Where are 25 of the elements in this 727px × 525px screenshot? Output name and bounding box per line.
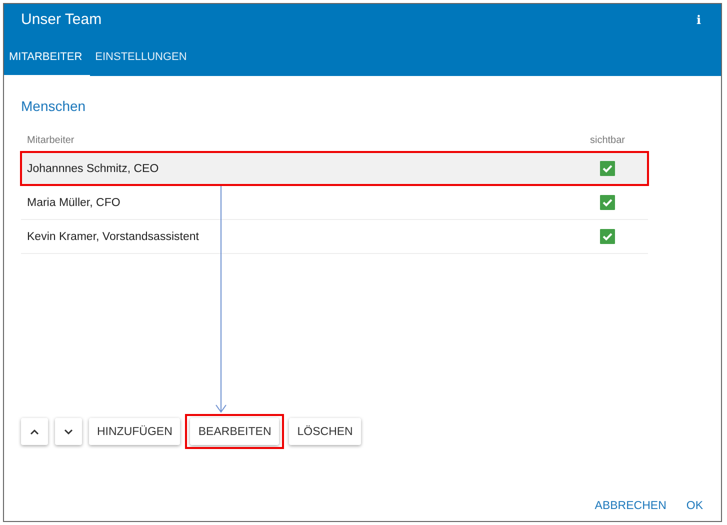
column-header: sichtbar [590,134,626,146]
table-cell-text: Maria Müller, CFO [26,196,122,208]
tab[interactable]: EINSTELLUNGEN [90,41,192,77]
toolbar-button[interactable]: BEARBEITEN [190,418,280,445]
toolbar-button[interactable]: HINZUFÜGEN [89,418,180,445]
section-title: Menschen [21,98,87,114]
checkbox[interactable] [600,195,615,210]
dialog-button[interactable]: OK [686,500,703,512]
table-row[interactable]: Johannnes Schmitz, CEO [21,152,648,186]
checkbox[interactable] [600,161,615,176]
move-up-button[interactable] [21,418,48,445]
table-cell-text: Kevin Kramer, Vorstandsassistent [26,230,200,242]
table-cell-text: Johannnes Schmitz, CEO [26,162,160,174]
dialog-button[interactable]: ABBRECHEN [594,500,666,512]
toolbar-button[interactable]: LÖSCHEN [289,418,361,445]
table-row[interactable]: Maria Müller, CFO [21,186,648,220]
checkbox[interactable] [600,229,615,244]
chevron-down-icon [64,428,73,434]
window-title: Unser Team [21,11,102,28]
move-down-button[interactable] [55,418,82,445]
tab[interactable]: MITARBEITER [4,41,90,77]
chevron-up-icon [30,428,39,434]
column-header: Mitarbeiter [26,134,76,146]
table-row[interactable]: Kevin Kramer, Vorstandsassistent [21,220,648,254]
info-button[interactable]: i [696,12,701,26]
